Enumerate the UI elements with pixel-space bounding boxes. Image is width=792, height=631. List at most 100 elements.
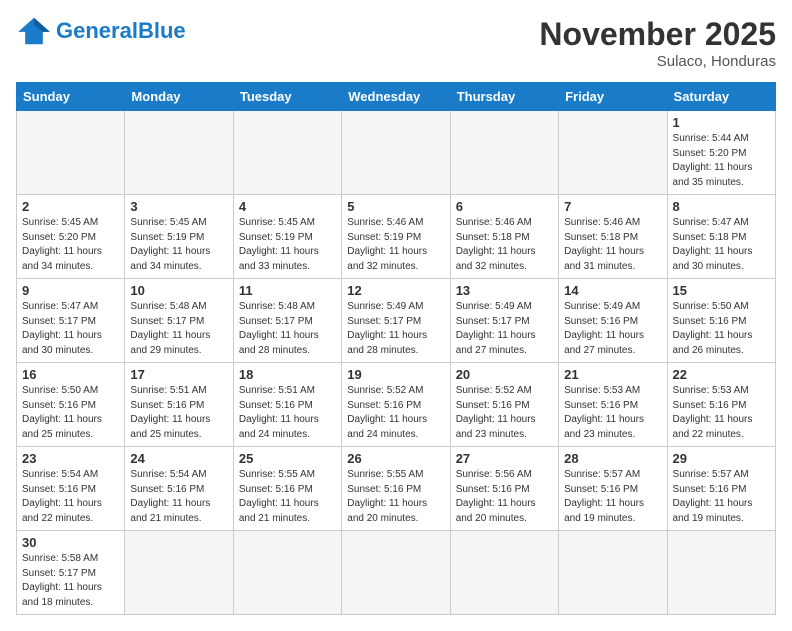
day-info: Sunrise: 5:47 AMSunset: 5:18 PMDaylight:…: [673, 216, 770, 274]
day-info: Sunrise: 5:55 AMSunset: 5:16 PMDaylight:…: [347, 468, 444, 526]
day-number: 17: [130, 367, 227, 382]
table-row: 5 Sunrise: 5:46 AMSunset: 5:19 PMDaylight…: [342, 195, 450, 279]
table-row: [342, 531, 450, 615]
day-number: 3: [130, 199, 227, 214]
table-row: 14 Sunrise: 5:49 AMSunset: 5:16 PMDayligh…: [559, 279, 667, 363]
day-info: Sunrise: 5:44 AMSunset: 5:20 PMDaylight:…: [673, 132, 770, 190]
day-number: 23: [22, 451, 119, 466]
calendar-table: Sunday Monday Tuesday Wednesday Thursday…: [16, 82, 776, 615]
table-row: 12Sunrise: 5:49 AMSunset: 5:17 PMDayligh…: [342, 279, 450, 363]
day-number: 16: [22, 367, 119, 382]
day-info: Sunrise: 5:52 AMSunset: 5:16 PMDaylight:…: [347, 384, 444, 442]
day-info: Sunrise: 5:45 AMSunset: 5:19 PMDaylight:…: [130, 216, 227, 274]
day-info: Sunrise: 5:53 AMSunset: 5:16 PMDaylight:…: [564, 384, 661, 442]
header-friday: Friday: [559, 83, 667, 111]
table-row: 18Sunrise: 5:51 AMSunset: 5:16 PMDayligh…: [233, 363, 341, 447]
day-info: Sunrise: 5:45 AMSunset: 5:20 PMDaylight:…: [22, 216, 119, 274]
day-number: 21: [564, 367, 661, 382]
table-row: 21 Sunrise: 5:53 AMSunset: 5:16 PMDayligh…: [559, 363, 667, 447]
table-row: 19 Sunrise: 5:52 AMSunset: 5:16 PMDayligh…: [342, 363, 450, 447]
day-number: 1: [673, 115, 770, 130]
table-row: 10Sunrise: 5:48 AMSunset: 5:17 PMDayligh…: [125, 279, 233, 363]
table-row: 26 Sunrise: 5:55 AMSunset: 5:16 PMDayligh…: [342, 447, 450, 531]
day-number: 12: [347, 283, 444, 298]
weekday-header-row: Sunday Monday Tuesday Wednesday Thursday…: [17, 83, 776, 111]
table-row: 29Sunrise: 5:57 AMSunset: 5:16 PMDayligh…: [667, 447, 775, 531]
day-info: Sunrise: 5:58 AMSunset: 5:17 PMDaylight:…: [22, 552, 119, 610]
day-info: Sunrise: 5:46 AMSunset: 5:18 PMDaylight:…: [564, 216, 661, 274]
location: Sulaco, Honduras: [539, 53, 776, 70]
day-info: Sunrise: 5:56 AMSunset: 5:16 PMDaylight:…: [456, 468, 553, 526]
month-title: November 2025: [539, 16, 776, 53]
day-info: Sunrise: 5:48 AMSunset: 5:17 PMDaylight:…: [239, 300, 336, 358]
table-row: 15Sunrise: 5:50 AMSunset: 5:16 PMDayligh…: [667, 279, 775, 363]
table-row: [125, 531, 233, 615]
day-info: Sunrise: 5:57 AMSunset: 5:16 PMDaylight:…: [564, 468, 661, 526]
day-info: Sunrise: 5:53 AMSunset: 5:16 PMDaylight:…: [673, 384, 770, 442]
table-row: 27 Sunrise: 5:56 AMSunset: 5:16 PMDayligh…: [450, 447, 558, 531]
day-info: Sunrise: 5:46 AMSunset: 5:18 PMDaylight:…: [456, 216, 553, 274]
day-number: 8: [673, 199, 770, 214]
day-number: 18: [239, 367, 336, 382]
day-number: 27: [456, 451, 553, 466]
table-row: [125, 111, 233, 195]
table-row: 24 Sunrise: 5:54 AMSunset: 5:16 PMDayligh…: [125, 447, 233, 531]
header-saturday: Saturday: [667, 83, 775, 111]
logo-icon: [16, 16, 52, 46]
table-row: 16 Sunrise: 5:50 AMSunset: 5:16 PMDayligh…: [17, 363, 125, 447]
table-row: [559, 531, 667, 615]
title-area: November 2025 Sulaco, Honduras: [539, 16, 776, 70]
table-row: 9Sunrise: 5:47 AMSunset: 5:17 PMDaylight…: [17, 279, 125, 363]
table-row: 11 Sunrise: 5:48 AMSunset: 5:17 PMDayligh…: [233, 279, 341, 363]
table-row: 28 Sunrise: 5:57 AMSunset: 5:16 PMDayligh…: [559, 447, 667, 531]
table-row: 7 Sunrise: 5:46 AMSunset: 5:18 PMDaylight…: [559, 195, 667, 279]
header-sunday: Sunday: [17, 83, 125, 111]
table-row: 30 Sunrise: 5:58 AMSunset: 5:17 PMDayligh…: [17, 531, 125, 615]
header-wednesday: Wednesday: [342, 83, 450, 111]
day-number: 20: [456, 367, 553, 382]
day-number: 19: [347, 367, 444, 382]
logo-text: GeneralBlue: [56, 20, 186, 42]
logo: GeneralBlue: [16, 16, 186, 46]
table-row: 17 Sunrise: 5:51 AMSunset: 5:16 PMDayligh…: [125, 363, 233, 447]
day-info: Sunrise: 5:51 AMSunset: 5:16 PMDaylight:…: [130, 384, 227, 442]
day-info: Sunrise: 5:54 AMSunset: 5:16 PMDaylight:…: [22, 468, 119, 526]
day-number: 11: [239, 283, 336, 298]
day-number: 14: [564, 283, 661, 298]
day-info: Sunrise: 5:54 AMSunset: 5:16 PMDaylight:…: [130, 468, 227, 526]
table-row: 6 Sunrise: 5:46 AMSunset: 5:18 PMDaylight…: [450, 195, 558, 279]
day-number: 2: [22, 199, 119, 214]
table-row: [450, 111, 558, 195]
day-number: 30: [22, 535, 119, 550]
day-info: Sunrise: 5:52 AMSunset: 5:16 PMDaylight:…: [456, 384, 553, 442]
header-monday: Monday: [125, 83, 233, 111]
day-number: 25: [239, 451, 336, 466]
day-number: 10: [130, 283, 227, 298]
day-number: 29: [673, 451, 770, 466]
table-row: 22Sunrise: 5:53 AMSunset: 5:16 PMDayligh…: [667, 363, 775, 447]
table-row: [667, 531, 775, 615]
day-number: 26: [347, 451, 444, 466]
table-row: 23 Sunrise: 5:54 AMSunset: 5:16 PMDayligh…: [17, 447, 125, 531]
day-number: 6: [456, 199, 553, 214]
day-number: 15: [673, 283, 770, 298]
day-info: Sunrise: 5:50 AMSunset: 5:16 PMDaylight:…: [22, 384, 119, 442]
day-number: 5: [347, 199, 444, 214]
day-number: 28: [564, 451, 661, 466]
table-row: [17, 111, 125, 195]
table-row: 8 Sunrise: 5:47 AMSunset: 5:18 PMDaylight…: [667, 195, 775, 279]
day-number: 7: [564, 199, 661, 214]
day-info: Sunrise: 5:55 AMSunset: 5:16 PMDaylight:…: [239, 468, 336, 526]
header-thursday: Thursday: [450, 83, 558, 111]
table-row: 2 Sunrise: 5:45 AMSunset: 5:20 PMDaylight…: [17, 195, 125, 279]
day-info: Sunrise: 5:49 AMSunset: 5:16 PMDaylight:…: [564, 300, 661, 358]
table-row: [450, 531, 558, 615]
day-number: 13: [456, 283, 553, 298]
header-tuesday: Tuesday: [233, 83, 341, 111]
day-info: Sunrise: 5:47 AMSunset: 5:17 PMDaylight:…: [22, 300, 119, 358]
table-row: [342, 111, 450, 195]
day-info: Sunrise: 5:45 AMSunset: 5:19 PMDaylight:…: [239, 216, 336, 274]
table-row: 13Sunrise: 5:49 AMSunset: 5:17 PMDayligh…: [450, 279, 558, 363]
day-number: 24: [130, 451, 227, 466]
day-info: Sunrise: 5:46 AMSunset: 5:19 PMDaylight:…: [347, 216, 444, 274]
